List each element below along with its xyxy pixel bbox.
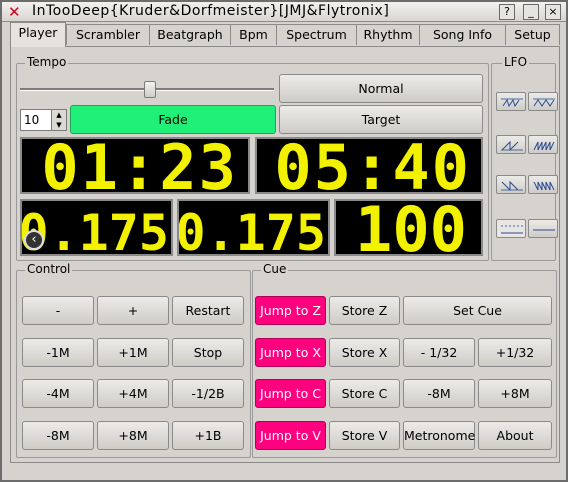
- fade-button[interactable]: Fade: [70, 105, 276, 134]
- store-z-button[interactable]: Store Z: [329, 296, 400, 325]
- tempo-slider-thumb[interactable]: [144, 81, 156, 98]
- set-cue-button[interactable]: Set Cue: [403, 296, 552, 325]
- minus-button[interactable]: -: [22, 296, 94, 325]
- tab-song-info[interactable]: Song Info: [419, 24, 506, 45]
- about-button[interactable]: About: [478, 421, 552, 450]
- back-arrow-icon[interactable]: ‹: [24, 230, 44, 250]
- minus-4m-button[interactable]: -4M: [22, 379, 94, 408]
- lfo-fast-ramp-down-button[interactable]: [528, 175, 558, 194]
- percent-value: 100: [355, 199, 467, 256]
- store-c-button[interactable]: Store C: [329, 379, 400, 408]
- tab-setup[interactable]: Setup: [505, 24, 560, 45]
- target-button[interactable]: Target: [279, 105, 483, 134]
- minus-half-beat-button[interactable]: -1/2B: [172, 379, 244, 408]
- lfo-ramp-up-icon: [501, 140, 523, 151]
- lfo-ramp-down-button[interactable]: [496, 175, 526, 194]
- close-icon[interactable]: ×: [545, 4, 561, 20]
- tempo-spinbox[interactable]: 10 ▲ ▼: [20, 109, 67, 131]
- lfo-group-title: LFO: [502, 55, 530, 69]
- tab-player[interactable]: Player: [10, 22, 66, 47]
- lfo-flat-icon: [533, 229, 555, 231]
- lfo-flat-button[interactable]: [528, 219, 558, 238]
- stop-button[interactable]: Stop: [172, 338, 244, 367]
- lfo-ramp-down-icon: [501, 180, 523, 191]
- tab-beatgraph[interactable]: Beatgraph: [149, 24, 231, 45]
- tab-spectrum[interactable]: Spectrum: [276, 24, 357, 45]
- help-icon[interactable]: ?: [499, 4, 515, 20]
- total-time: 05:40: [274, 137, 471, 194]
- cue-plus-8m-button[interactable]: +8M: [478, 379, 552, 408]
- tab-bpm[interactable]: Bpm: [230, 24, 277, 45]
- target-bpm: 90.175: [177, 204, 326, 256]
- target-bpm-display: 90.175: [177, 199, 330, 256]
- elapsed-time-display: 01:23: [20, 137, 250, 194]
- lfo-triangle-button[interactable]: [528, 92, 558, 111]
- lfo-ramp-up-button[interactable]: [496, 135, 526, 154]
- spinbox-value: 10: [24, 113, 40, 127]
- lfo-fast-ramp-up-button[interactable]: [528, 135, 558, 154]
- jump-to-x-button[interactable]: Jump to X: [255, 338, 326, 367]
- minus-1-32-button[interactable]: - 1/32: [403, 338, 475, 367]
- current-bpm: 90.175: [20, 204, 169, 256]
- minimize-icon[interactable]: _: [523, 4, 539, 20]
- current-bpm-display: 90.175: [20, 199, 173, 256]
- cue-group-title: Cue: [261, 262, 289, 276]
- plus-8m-button[interactable]: +8M: [97, 421, 169, 450]
- metronome-button[interactable]: Metronome: [403, 421, 475, 450]
- tab-rhythm[interactable]: Rhythm: [356, 24, 420, 45]
- plus-4m-button[interactable]: +4M: [97, 379, 169, 408]
- plus-1-32-button[interactable]: +1/32: [478, 338, 552, 367]
- minus-1m-button[interactable]: -1M: [22, 338, 94, 367]
- close-x-icon[interactable]: ✕: [8, 3, 21, 21]
- minus-8m-button[interactable]: -8M: [22, 421, 94, 450]
- spin-down-icon[interactable]: ▼: [51, 120, 66, 130]
- jump-to-z-button[interactable]: Jump to Z: [255, 296, 326, 325]
- cue-minus-8m-button[interactable]: -8M: [403, 379, 475, 408]
- jump-to-v-button[interactable]: Jump to V: [255, 421, 326, 450]
- lfo-square-icon: [501, 225, 523, 234]
- percent-display: 100: [334, 199, 483, 256]
- lfo-triangle-icon: [533, 98, 555, 107]
- store-v-button[interactable]: Store V: [329, 421, 400, 450]
- total-time-display: 05:40: [255, 137, 483, 194]
- app-window: ✕ InTooDeep{Kruder&Dorfmeister}[JMJ&Flyt…: [0, 0, 568, 482]
- title-bar[interactable]: ✕ InTooDeep{Kruder&Dorfmeister}[JMJ&Flyt…: [2, 2, 566, 22]
- restart-button[interactable]: Restart: [172, 296, 244, 325]
- lfo-square-button[interactable]: [496, 219, 526, 238]
- store-x-button[interactable]: Store X: [329, 338, 400, 367]
- window-title: InTooDeep{Kruder&Dorfmeister}[JMJ&Flytro…: [32, 3, 390, 19]
- plus-1m-button[interactable]: +1M: [97, 338, 169, 367]
- lfo-saw-up-button[interactable]: [496, 92, 526, 111]
- tempo-group-title: Tempo: [25, 55, 69, 69]
- control-group-title: Control: [25, 262, 73, 276]
- lfo-fast-ramp-up-icon: [533, 141, 555, 151]
- normal-button[interactable]: Normal: [279, 74, 483, 103]
- lfo-wave-icon: [501, 98, 523, 108]
- plus-1-beat-button[interactable]: +1B: [172, 421, 244, 450]
- lfo-fast-ramp-down-icon: [533, 181, 555, 191]
- elapsed-time: 01:23: [41, 137, 238, 194]
- tab-scrambler[interactable]: Scrambler: [66, 24, 150, 45]
- jump-to-c-button[interactable]: Jump to C: [255, 379, 326, 408]
- plus-button[interactable]: +: [97, 296, 169, 325]
